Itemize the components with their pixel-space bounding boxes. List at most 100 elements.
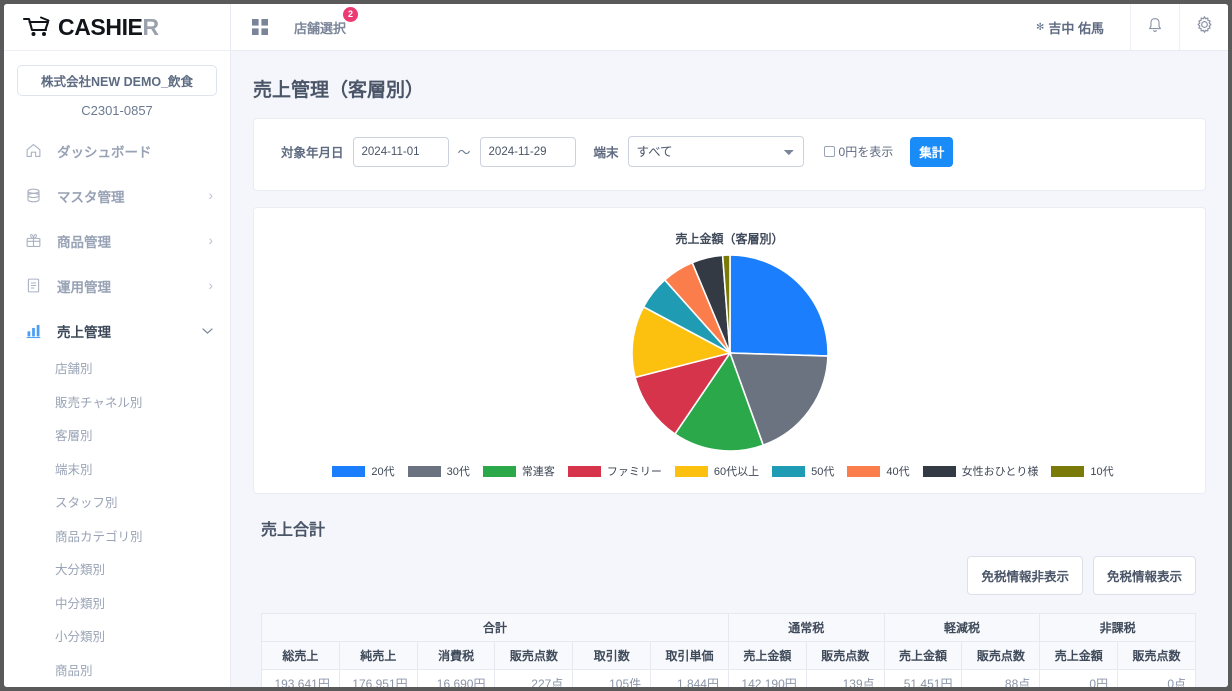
- hide-tax-info-button[interactable]: 免税情報非表示: [967, 556, 1083, 595]
- totals-cell: 176,951円: [339, 670, 417, 688]
- sidebar-subitem-staff[interactable]: スタッフ別: [4, 487, 230, 521]
- totals-section: 売上合計 免税情報非表示 免税情報表示 合計通常税軽減税非課税 総売上純売上消費…: [231, 494, 1228, 687]
- legend-swatch: [408, 466, 441, 477]
- legend-item[interactable]: 30代: [408, 463, 470, 479]
- sidebar-subitem-terminal[interactable]: 端末別: [4, 454, 230, 488]
- legend-label: 常連客: [522, 463, 555, 479]
- totals-column-header: 販売点数: [1118, 642, 1196, 670]
- bell-icon: [1146, 16, 1164, 39]
- terminal-label: 端末: [594, 142, 619, 161]
- settings-button[interactable]: [1179, 4, 1228, 50]
- zero-yen-checkbox[interactable]: 0円を表示: [824, 143, 894, 160]
- totals-column-header: 販売点数: [495, 642, 573, 670]
- legend-swatch: [847, 466, 880, 477]
- chart-panel: 売上金額（客層別） 20代 30代 常連客ファミリー 60代以上 50代 40代 女性おひと…: [253, 207, 1206, 494]
- sidebar-subitem-customer-segment[interactable]: 客層別: [4, 420, 230, 454]
- top-bar-right: ✻ 吉中 佑馬: [1036, 4, 1228, 50]
- notifications-button[interactable]: [1130, 4, 1179, 50]
- sidebar-item-operations[interactable]: 運用管理 ›: [4, 263, 230, 308]
- store-select-badge: 2: [343, 7, 358, 22]
- grid-icon[interactable]: [252, 19, 268, 35]
- date-range-label: 対象年月日: [281, 142, 344, 161]
- legend-item[interactable]: 女性おひとり様: [923, 463, 1039, 479]
- company-code: C2301-0857: [4, 96, 230, 128]
- user-menu[interactable]: ✻ 吉中 佑馬: [1036, 18, 1130, 37]
- legend-item[interactable]: 常連客: [483, 463, 555, 479]
- zero-yen-label: 0円を表示: [839, 143, 894, 160]
- totals-cell: 51,451円: [884, 670, 962, 688]
- legend-item[interactable]: 60代以上: [675, 463, 759, 479]
- totals-column-header: 販売点数: [806, 642, 884, 670]
- star-icon: ✻: [1036, 22, 1044, 33]
- sidebar-subitem-channel[interactable]: 販売チャネル別: [4, 387, 230, 421]
- legend-label: 40代: [886, 463, 909, 479]
- pie-slice[interactable]: [730, 255, 828, 356]
- totals-column-header: 総売上: [262, 642, 340, 670]
- totals-buttons: 免税情報非表示 免税情報表示: [231, 540, 1228, 595]
- date-to-input[interactable]: [480, 137, 576, 167]
- totals-column-header: 売上金額: [728, 642, 806, 670]
- page-title: 売上管理（客層別）: [231, 51, 1228, 102]
- totals-group-header-row: 合計通常税軽減税非課税: [262, 614, 1196, 642]
- totals-group-header: 合計: [262, 614, 729, 642]
- legend-swatch: [568, 466, 601, 477]
- gift-icon: [22, 232, 44, 249]
- brand-header[interactable]: CASHIER: [4, 4, 230, 51]
- totals-cell: 16,690円: [417, 670, 495, 688]
- totals-column-header: 純売上: [339, 642, 417, 670]
- legend-swatch: [772, 466, 805, 477]
- document-icon: [22, 277, 44, 294]
- company-name: 株式会社NEW DEMO_飲食: [17, 65, 217, 96]
- legend-swatch: [483, 466, 516, 477]
- sidebar-subitem-major-class[interactable]: 大分類別: [4, 554, 230, 588]
- chevron-down-icon: [202, 323, 213, 338]
- sidebar-item-sales[interactable]: 売上管理: [4, 308, 230, 353]
- totals-column-header: 取引単価: [651, 642, 729, 670]
- date-from-input[interactable]: [353, 137, 449, 167]
- sidebar-item-dashboard[interactable]: ダッシュボード: [4, 128, 230, 173]
- legend-label: 10代: [1090, 463, 1113, 479]
- page-content: 売上管理（客層別） 対象年月日 ～ 端末 すべて 0円を表示 集計: [231, 51, 1228, 687]
- totals-column-header: 売上金額: [884, 642, 962, 670]
- sidebar-subitem-middle-class[interactable]: 中分類別: [4, 588, 230, 622]
- main-area: 店舗選択 2 ✻ 吉中 佑馬: [231, 4, 1228, 687]
- chart-title: 売上金額（客層別）: [254, 230, 1205, 247]
- legend-swatch: [1051, 466, 1084, 477]
- totals-column-header-row: 総売上純売上消費税販売点数取引数取引単価売上金額販売点数売上金額販売点数売上金額…: [262, 642, 1196, 670]
- legend-item[interactable]: 50代: [772, 463, 834, 479]
- home-icon: [22, 142, 44, 159]
- date-range-separator: ～: [458, 142, 471, 161]
- table-row: 193,641円176,951円16,690円227点105件1,844円142…: [262, 670, 1196, 688]
- top-bar-left: 店舗選択 2: [231, 18, 346, 37]
- sidebar-item-master[interactable]: マスタ管理 ›: [4, 173, 230, 218]
- sidebar-subitem-product-category[interactable]: 商品カテゴリ別: [4, 521, 230, 555]
- sidebar-subitem-product[interactable]: 商品別: [4, 655, 230, 688]
- sidebar-item-label: マスタ管理: [57, 186, 209, 206]
- totals-cell: 139点: [806, 670, 884, 688]
- sidebar-item-label: 売上管理: [57, 321, 202, 341]
- totals-group-header: 非課税: [1040, 614, 1196, 642]
- sidebar-subitem-store[interactable]: 店舗別: [4, 353, 230, 387]
- sidebar-subitem-minor-class[interactable]: 小分類別: [4, 621, 230, 655]
- legend-swatch: [675, 466, 708, 477]
- show-tax-info-button[interactable]: 免税情報表示: [1093, 556, 1196, 595]
- legend-item[interactable]: ファミリー: [568, 463, 662, 479]
- totals-cell: 1,844円: [651, 670, 729, 688]
- legend-item[interactable]: 20代: [332, 463, 394, 479]
- totals-cell: 227点: [495, 670, 573, 688]
- aggregate-button[interactable]: 集計: [910, 137, 953, 167]
- terminal-select[interactable]: すべて: [628, 136, 804, 167]
- legend-swatch: [332, 466, 365, 477]
- legend-label: 30代: [447, 463, 470, 479]
- store-select-button[interactable]: 店舗選択 2: [294, 18, 346, 37]
- chevron-right-icon: ›: [209, 278, 214, 293]
- legend-item[interactable]: 10代: [1051, 463, 1113, 479]
- totals-cell: 0点: [1118, 670, 1196, 688]
- sidebar-item-products[interactable]: 商品管理 ›: [4, 218, 230, 263]
- legend-label: 女性おひとり様: [962, 463, 1039, 479]
- totals-column-header: 取引数: [573, 642, 651, 670]
- pie-chart-svg[interactable]: [630, 253, 830, 453]
- totals-group-header: 軽減税: [884, 614, 1040, 642]
- legend-item[interactable]: 40代: [847, 463, 909, 479]
- database-icon: [22, 187, 44, 204]
